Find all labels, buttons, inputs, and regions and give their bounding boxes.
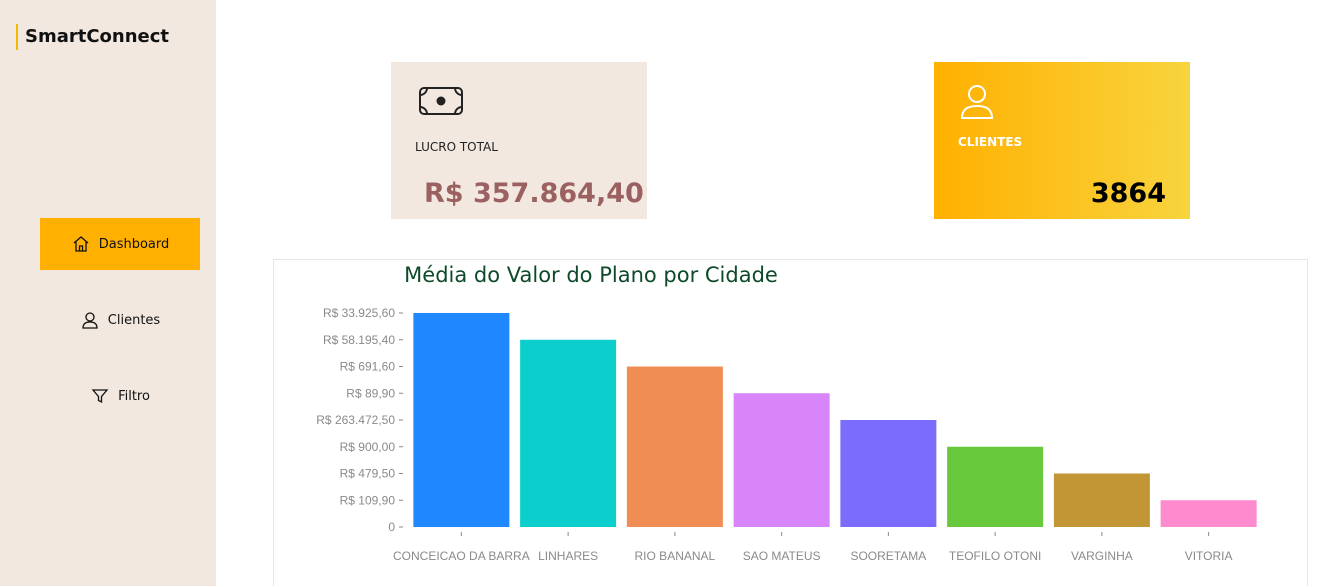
y-tick-label: R$ 263.472,50: [316, 413, 395, 427]
y-tick-label: R$ 58.195,40: [323, 333, 395, 347]
y-tick-label: R$ 89,90: [346, 386, 395, 400]
sidebar-item-label: Dashboard: [98, 236, 170, 252]
user-icon: [82, 312, 98, 329]
sidebar: SmartConnect Dashboard Clientes Filtro: [0, 0, 216, 586]
app-brand: SmartConnect: [16, 24, 169, 50]
y-tick-label: R$ 479,50: [340, 467, 396, 481]
kpi-card-clientes: CLIENTES 3864: [934, 62, 1190, 219]
bar-rio-bananal[interactable]: [626, 366, 723, 528]
bar-teofilo-otoni[interactable]: [947, 446, 1044, 527]
y-tick-label: R$ 900,00: [340, 440, 396, 454]
bar-conceicao-da-barra[interactable]: [413, 313, 510, 527]
y-tick-label: 0: [388, 520, 395, 534]
bar-vitoria[interactable]: [1160, 500, 1257, 527]
bar-sao-mateus[interactable]: [733, 393, 830, 527]
x-tick-label: SAO MATEUS: [743, 549, 821, 563]
kpi-label: CLIENTES: [958, 135, 1023, 149]
bar-varginha[interactable]: [1053, 473, 1150, 528]
kpi-label: LUCRO TOTAL: [415, 140, 498, 154]
sidebar-item-dashboard[interactable]: Dashboard: [40, 218, 200, 270]
x-tick-label: CONCEICAO DA BARRA: [393, 549, 530, 563]
sidebar-item-clientes[interactable]: Clientes: [40, 294, 200, 346]
x-tick-label: LINHARES: [538, 549, 598, 563]
filter-icon: [91, 389, 109, 404]
chart-title: Média do Valor do Plano por Cidade: [404, 263, 778, 287]
money-icon: [419, 87, 463, 115]
sidebar-item-filtro[interactable]: Filtro: [40, 370, 200, 422]
kpi-value: 3864: [1090, 178, 1166, 209]
x-tick-label: SOORETAMA: [850, 549, 926, 563]
chart-card: Média do Valor do Plano por Cidade 0 R$ 1…: [273, 259, 1308, 586]
user-icon: [960, 85, 994, 119]
sidebar-item-label: Clientes: [107, 312, 161, 328]
x-tick-label: VARGINHA: [1071, 549, 1133, 563]
bar-chart: Média do Valor do Plano por Cidade 0 R$ 1…: [316, 263, 1257, 563]
bar-sooretama[interactable]: [840, 420, 937, 527]
y-tick-label: R$ 109,90: [340, 493, 396, 507]
y-tick-label: R$ 33.925,60: [323, 306, 395, 320]
x-tick-label: VITORIA: [1185, 549, 1233, 563]
kpi-card-lucro-total: LUCRO TOTAL R$ 357.864,40: [391, 62, 647, 219]
bar-linhares[interactable]: [520, 339, 617, 527]
kpi-value: R$ 357.864,40: [424, 178, 644, 209]
y-tick-label: R$ 691,60: [340, 360, 396, 374]
sidebar-item-label: Filtro: [118, 388, 150, 404]
x-tick-label: RIO BANANAL: [635, 549, 716, 563]
x-tick-label: TEOFILO OTONI: [949, 549, 1041, 563]
home-icon: [73, 236, 89, 252]
